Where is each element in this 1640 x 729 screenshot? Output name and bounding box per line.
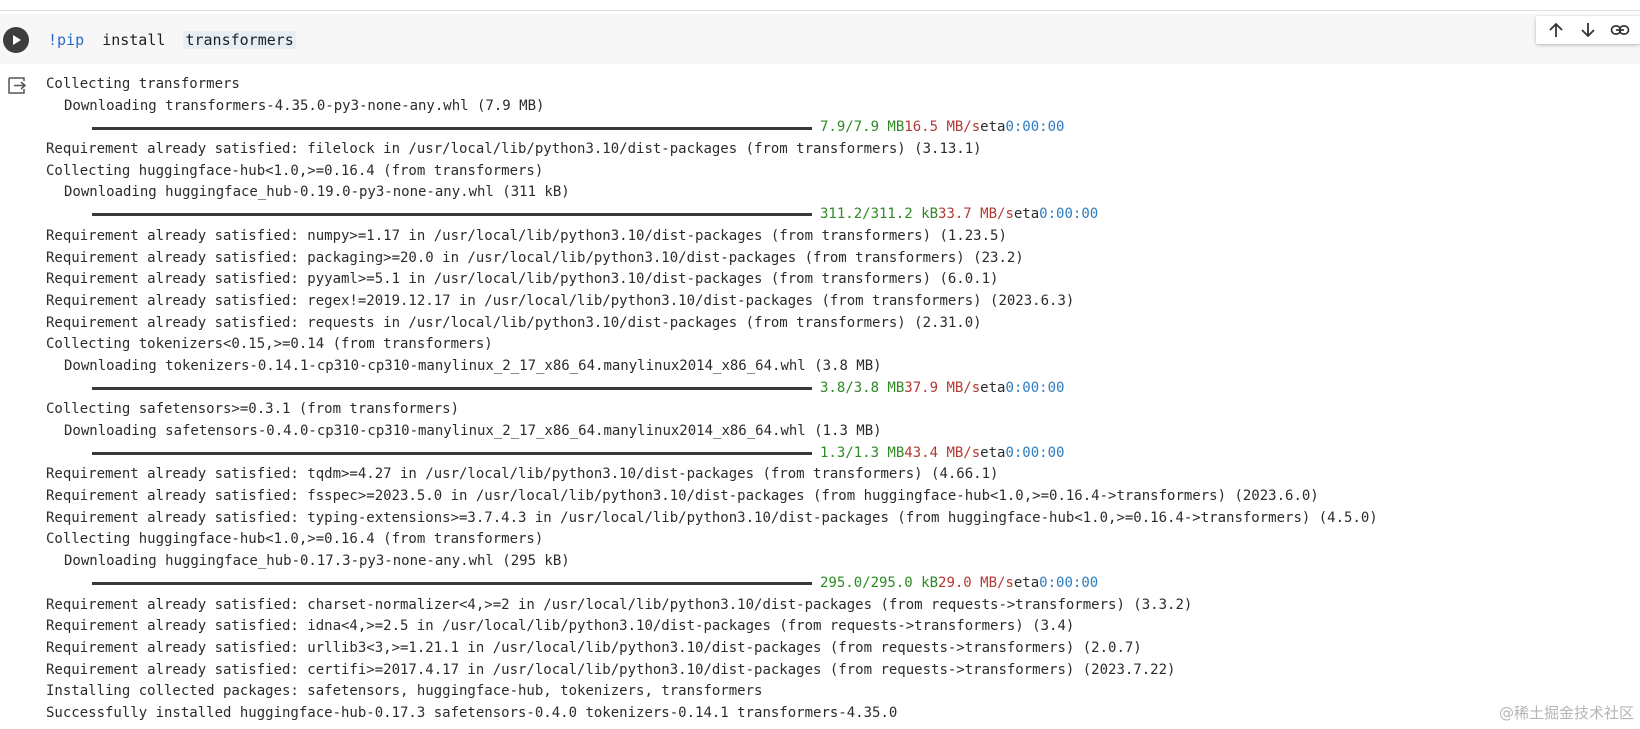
- progress-speed: 16.5 MB/s: [904, 119, 981, 136]
- progress-line: 1.3/1.3 MB 43.4 MB/s eta 0:00:00: [46, 443, 1378, 465]
- top-divider: [0, 0, 1640, 11]
- command-install: install: [102, 31, 166, 49]
- output-toggle-icon[interactable]: [4, 72, 30, 98]
- watermark: @稀土掘金技术社区: [1498, 704, 1634, 722]
- progress-line: 295.0/295.0 kB 29.0 MB/s eta 0:00:00: [46, 573, 1378, 595]
- progress-eta-label: eta: [980, 444, 1006, 461]
- progress-bar: [92, 582, 812, 586]
- output-line: Requirement already satisfied: pyyaml>=5…: [46, 271, 999, 288]
- progress-eta-label: eta: [980, 379, 1006, 396]
- progress-size: 1.3/1.3 MB: [820, 444, 905, 461]
- output-line: Requirement already satisfied: certifi>=…: [46, 661, 1176, 678]
- code-editor[interactable]: !pip install transformers: [48, 31, 296, 49]
- progress-bar: [92, 126, 812, 130]
- output-line: Downloading huggingface_hub-0.17.3-py3-n…: [64, 553, 570, 570]
- code-input-row[interactable]: !pip install transformers: [0, 14, 1640, 64]
- progress-eta-label: eta: [1013, 574, 1040, 591]
- output-text: Collecting transformers Downloading trans…: [46, 74, 1378, 725]
- progress-bar: [92, 213, 812, 217]
- notebook-page: !pip install transformers Collecting tra…: [0, 0, 1640, 729]
- progress-bar: [92, 452, 812, 456]
- output-line: Collecting huggingface-hub<1.0,>=0.16.4 …: [46, 531, 544, 548]
- progress-eta: 0:00:00: [1039, 574, 1099, 591]
- progress-speed: 33.7 MB/s: [938, 206, 1014, 223]
- code-cell: !pip install transformers Collecting tra…: [0, 14, 1640, 729]
- output-line: Requirement already satisfied: fsspec>=2…: [46, 488, 1319, 505]
- progress-line: 311.2/311.2 kB 33.7 MB/s eta 0:00:00: [46, 204, 1378, 226]
- progress-eta: 0:00:00: [1039, 206, 1099, 223]
- output-line: Collecting transformers: [46, 76, 240, 92]
- output-line: Downloading tokenizers-0.14.1-cp310-cp31…: [64, 357, 882, 374]
- link-icon[interactable]: [1608, 18, 1632, 42]
- progress-size: 295.0/295.0 kB: [820, 574, 939, 591]
- output-line: Installing collected packages: safetenso…: [46, 683, 763, 700]
- output-line: Requirement already satisfied: packaging…: [46, 249, 1024, 266]
- output-line: Collecting safetensors>=0.3.1 (from tran…: [46, 401, 460, 418]
- progress-speed: 43.4 MB/s: [904, 444, 981, 461]
- cell-toolbar: [1536, 16, 1640, 44]
- output-line: Downloading transformers-4.35.0-py3-none…: [64, 97, 545, 114]
- output-line: Requirement already satisfied: idna<4,>=…: [46, 618, 1075, 635]
- progress-size: 7.9/7.9 MB: [820, 119, 905, 136]
- shell-command: !pip: [48, 31, 85, 49]
- arrow-down-icon[interactable]: [1576, 18, 1600, 42]
- output-line: Requirement already satisfied: typing-ex…: [46, 509, 1378, 526]
- progress-line: 3.8/3.8 MB 37.9 MB/s eta 0:00:00: [46, 378, 1378, 400]
- output-line: Requirement already satisfied: filelock …: [46, 141, 982, 158]
- output-line: Requirement already satisfied: requests …: [46, 314, 982, 331]
- progress-eta: 0:00:00: [1005, 444, 1065, 461]
- progress-size: 311.2/311.2 kB: [820, 206, 939, 223]
- output-line: Requirement already satisfied: urllib3<3…: [46, 639, 1142, 656]
- output-line: Collecting huggingface-hub<1.0,>=0.16.4 …: [46, 162, 544, 179]
- cell-output: Collecting transformers Downloading trans…: [0, 70, 1640, 725]
- output-line: Successfully installed huggingface-hub-0…: [46, 704, 898, 721]
- progress-eta: 0:00:00: [1005, 379, 1065, 396]
- progress-eta-label: eta: [980, 119, 1006, 136]
- progress-bar: [92, 386, 812, 390]
- progress-eta-label: eta: [1013, 206, 1040, 223]
- progress-speed: 37.9 MB/s: [904, 379, 981, 396]
- progress-speed: 29.0 MB/s: [938, 574, 1014, 591]
- command-package: transformers: [183, 31, 296, 49]
- run-cell-button[interactable]: [3, 27, 29, 53]
- output-line: Requirement already satisfied: regex!=20…: [46, 292, 1075, 309]
- progress-line: 7.9/7.9 MB 16.5 MB/s eta 0:00:00: [46, 117, 1378, 139]
- output-line: Requirement already satisfied: tqdm>=4.2…: [46, 466, 999, 483]
- output-line: Requirement already satisfied: charset-n…: [46, 596, 1193, 613]
- output-line: Downloading safetensors-0.4.0-cp310-cp31…: [64, 423, 882, 439]
- output-line: Downloading huggingface_hub-0.19.0-py3-n…: [64, 184, 570, 201]
- progress-size: 3.8/3.8 MB: [820, 379, 905, 396]
- arrow-up-icon[interactable]: [1544, 18, 1568, 42]
- output-line: Requirement already satisfied: numpy>=1.…: [46, 227, 1007, 244]
- progress-eta: 0:00:00: [1005, 119, 1065, 136]
- output-line: Collecting tokenizers<0.15,>=0.14 (from …: [46, 336, 493, 353]
